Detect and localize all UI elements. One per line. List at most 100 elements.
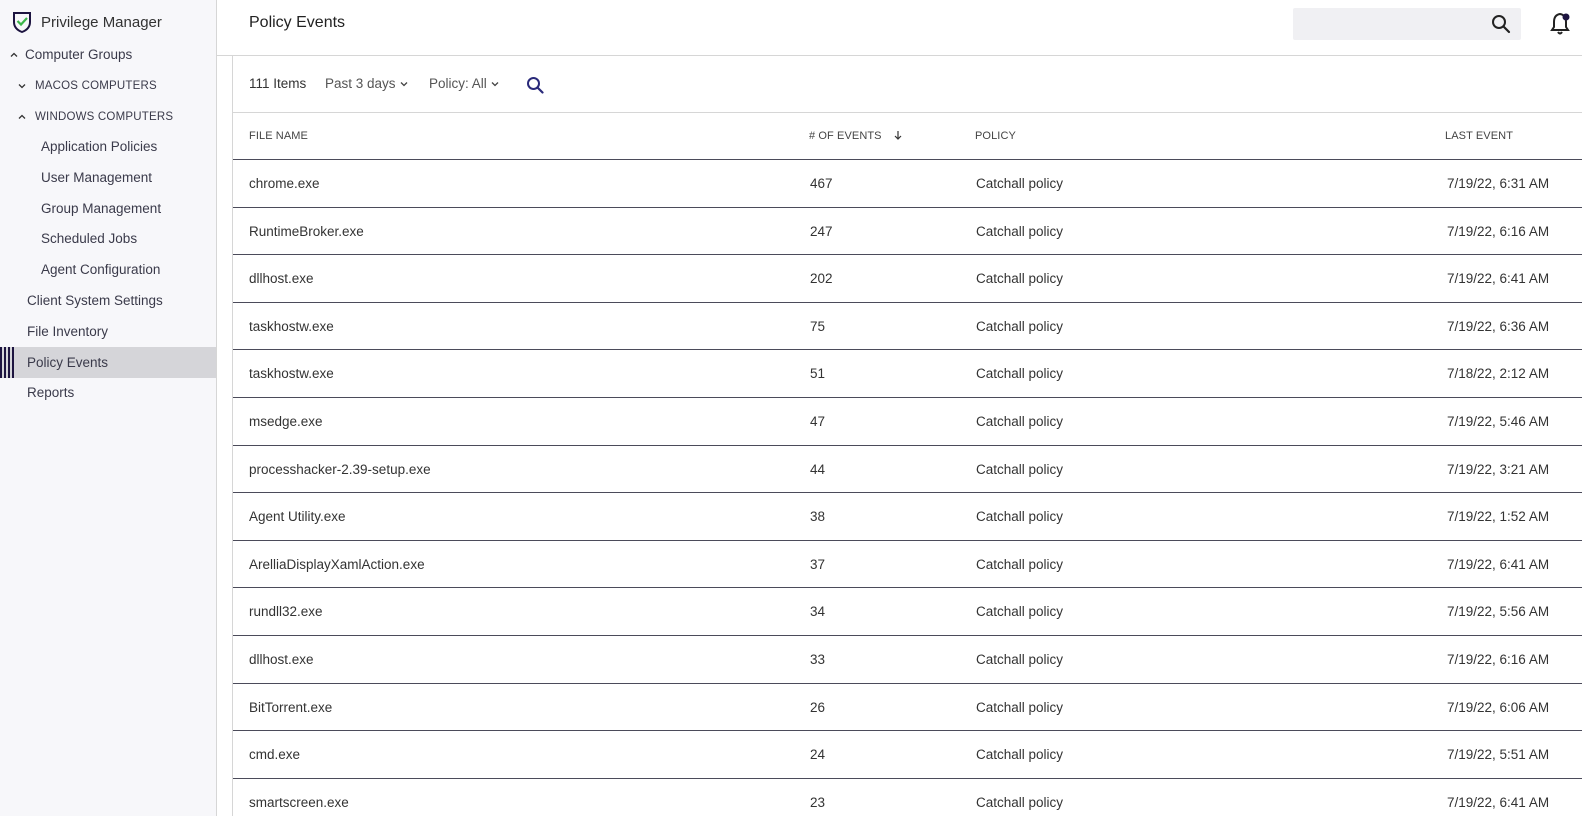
app-name: Privilege Manager xyxy=(41,13,162,31)
cell-events: 24 xyxy=(810,747,826,763)
table-row[interactable]: msedge.exe 47 Catchall policy 7/19/22, 5:46… xyxy=(233,398,1582,446)
cell-last-event: 7/19/22, 3:21 AM xyxy=(1447,461,1550,477)
cell-last-event: 7/18/22, 2:12 AM xyxy=(1447,366,1550,382)
cell-policy: Catchall policy xyxy=(976,318,1064,334)
sidebar-item-policy-events[interactable]: Policy Events xyxy=(0,347,216,378)
cell-last-event: 7/19/22, 1:52 AM xyxy=(1447,509,1550,525)
table-body: chrome.exe 467 Catchall policy 7/19/22, 6:3… xyxy=(233,160,1582,816)
sidebar-item-scheduled-jobs[interactable]: Scheduled Jobs xyxy=(0,223,216,254)
cell-events: 33 xyxy=(810,651,826,667)
table-row[interactable]: taskhostw.exe 51 Catchall policy 7/18/22, 2… xyxy=(233,350,1582,398)
sidebar-item-label: MACOS COMPUTERS xyxy=(35,79,157,92)
item-count: 111 Items xyxy=(249,76,307,91)
bell-icon[interactable] xyxy=(1550,12,1570,36)
sidebar-item-macos-computers[interactable]: MACOS COMPUTERS xyxy=(0,70,216,101)
sidebar-item-label: Agent Configuration xyxy=(41,262,161,277)
cell-last-event: 7/19/22, 6:41 AM xyxy=(1447,271,1550,287)
cell-file-name: RuntimeBroker.exe xyxy=(249,223,364,239)
cell-file-name: ArelliaDisplayXamlAction.exe xyxy=(249,556,425,572)
cell-file-name: smartscreen.exe xyxy=(249,794,349,810)
cell-events: 37 xyxy=(810,556,826,572)
sidebar-item-label: File Inventory xyxy=(27,324,109,339)
sidebar-item-label: Policy Events xyxy=(27,355,109,370)
cell-file-name: dllhost.exe xyxy=(249,271,314,287)
table-header: FILE NAME # OF EVENTS POLICY LAST EVENT xyxy=(233,113,1582,160)
cell-file-name: BitTorrent.exe xyxy=(249,699,333,715)
search-icon[interactable] xyxy=(1491,14,1511,34)
column-header-policy[interactable]: POLICY xyxy=(975,130,1016,142)
policy-filter-label: Policy: All xyxy=(429,76,487,91)
chevron-down-icon xyxy=(18,83,26,88)
sidebar-item-computer-groups[interactable]: Computer Groups xyxy=(0,39,216,70)
sidebar-item-windows-computers[interactable]: WINDOWS COMPUTERS xyxy=(0,101,216,132)
cell-last-event: 7/19/22, 6:16 AM xyxy=(1447,223,1550,239)
table-row[interactable]: dllhost.exe 202 Catchall policy 7/19/22, 6:… xyxy=(233,255,1582,303)
arrow-down-icon xyxy=(894,131,902,140)
cell-policy: Catchall policy xyxy=(976,413,1064,429)
cell-policy: Catchall policy xyxy=(976,461,1064,477)
sidebar-item-agent-configuration[interactable]: Agent Configuration xyxy=(0,254,216,285)
sidebar-item-user-management[interactable]: User Management xyxy=(0,162,216,193)
sidebar-item-label: Scheduled Jobs xyxy=(41,231,138,246)
date-filter-label: Past 3 days xyxy=(325,76,396,91)
cell-policy: Catchall policy xyxy=(976,604,1064,620)
column-header-file-name[interactable]: FILE NAME xyxy=(249,130,308,142)
table-row[interactable]: chrome.exe 467 Catchall policy 7/19/22, 6:3… xyxy=(233,160,1582,208)
sidebar-item-label: Client System Settings xyxy=(27,293,163,308)
cell-policy: Catchall policy xyxy=(976,366,1064,382)
sidebar-item-label: Application Policies xyxy=(41,139,158,154)
sidebar-item-reports[interactable]: Reports xyxy=(0,377,216,408)
search-icon[interactable] xyxy=(526,76,544,94)
table-row[interactable]: Agent Utility.exe 38 Catchall policy 7/19/2… xyxy=(233,493,1582,541)
chevron-down-icon xyxy=(400,81,408,86)
brand[interactable]: Privilege Manager xyxy=(12,10,162,34)
column-header-events[interactable]: # OF EVENTS xyxy=(809,130,903,142)
table-row[interactable]: ArelliaDisplayXamlAction.exe 37 Catchall p… xyxy=(233,541,1582,589)
cell-file-name: taskhostw.exe xyxy=(249,366,334,382)
column-header-label: # OF EVENTS xyxy=(809,130,882,142)
sidebar-item-group-management[interactable]: Group Management xyxy=(0,193,216,224)
table-row[interactable]: taskhostw.exe 75 Catchall policy 7/19/22, 6… xyxy=(233,303,1582,351)
cell-events: 38 xyxy=(810,509,826,525)
table-row[interactable]: rundll32.exe 34 Catchall policy 7/19/22, 5:… xyxy=(233,588,1582,636)
sidebar-item-label: WINDOWS COMPUTERS xyxy=(35,110,174,123)
global-search[interactable] xyxy=(1293,8,1521,40)
shield-check-logo-icon xyxy=(13,12,31,33)
cell-events: 47 xyxy=(810,413,826,429)
table-row[interactable]: RuntimeBroker.exe 247 Catchall policy 7/19/… xyxy=(233,208,1582,256)
cell-events: 34 xyxy=(810,604,826,620)
table-row[interactable]: processhacker-2.39-setup.exe 44 Catchall p… xyxy=(233,446,1582,494)
cell-last-event: 7/19/22, 6:06 AM xyxy=(1447,699,1550,715)
cell-last-event: 7/19/22, 5:46 AM xyxy=(1447,413,1550,429)
app-root: Privilege Manager Computer Groups MACOS … xyxy=(0,0,1582,816)
cell-last-event: 7/19/22, 5:56 AM xyxy=(1447,604,1550,620)
sidebar-item-client-system-settings[interactable]: Client System Settings xyxy=(0,285,216,316)
column-header-last-event[interactable]: LAST EVENT xyxy=(1445,130,1513,142)
cell-events: 247 xyxy=(810,223,833,239)
sidebar-item-label: User Management xyxy=(41,170,153,185)
cell-last-event: 7/19/22, 6:41 AM xyxy=(1447,556,1550,572)
cell-events: 75 xyxy=(810,318,826,334)
policy-filter-dropdown[interactable]: Policy: All xyxy=(429,76,499,91)
cell-file-name: dllhost.exe xyxy=(249,651,314,667)
table-row[interactable]: dllhost.exe 33 Catchall policy 7/19/22, 6:1… xyxy=(233,636,1582,684)
search-input[interactable] xyxy=(1293,8,1483,40)
top-header: Policy Events xyxy=(217,0,1582,56)
cell-policy: Catchall policy xyxy=(976,556,1064,572)
cell-policy: Catchall policy xyxy=(976,747,1064,763)
cell-file-name: taskhostw.exe xyxy=(249,318,334,334)
table-row[interactable]: smartscreen.exe 23 Catchall policy 7/19/22,… xyxy=(233,779,1582,816)
sidebar-item-file-inventory[interactable]: File Inventory xyxy=(0,316,216,347)
sidebar-item-application-policies[interactable]: Application Policies xyxy=(0,131,216,162)
cell-policy: Catchall policy xyxy=(976,509,1064,525)
cell-file-name: chrome.exe xyxy=(249,176,320,191)
sidebar-item-label: Computer Groups xyxy=(25,47,133,62)
date-filter-dropdown[interactable]: Past 3 days xyxy=(325,76,408,91)
cell-file-name: Agent Utility.exe xyxy=(249,509,346,525)
chevron-down-icon xyxy=(491,81,499,86)
cell-last-event: 7/19/22, 6:36 AM xyxy=(1447,318,1550,334)
cell-last-event: 7/19/22, 5:51 AM xyxy=(1447,747,1550,763)
table-row[interactable]: BitTorrent.exe 26 Catchall policy 7/19/22, … xyxy=(233,684,1582,732)
cell-policy: Catchall policy xyxy=(976,223,1064,239)
table-row[interactable]: cmd.exe 24 Catchall policy 7/19/22, 5:51 AM xyxy=(233,731,1582,779)
